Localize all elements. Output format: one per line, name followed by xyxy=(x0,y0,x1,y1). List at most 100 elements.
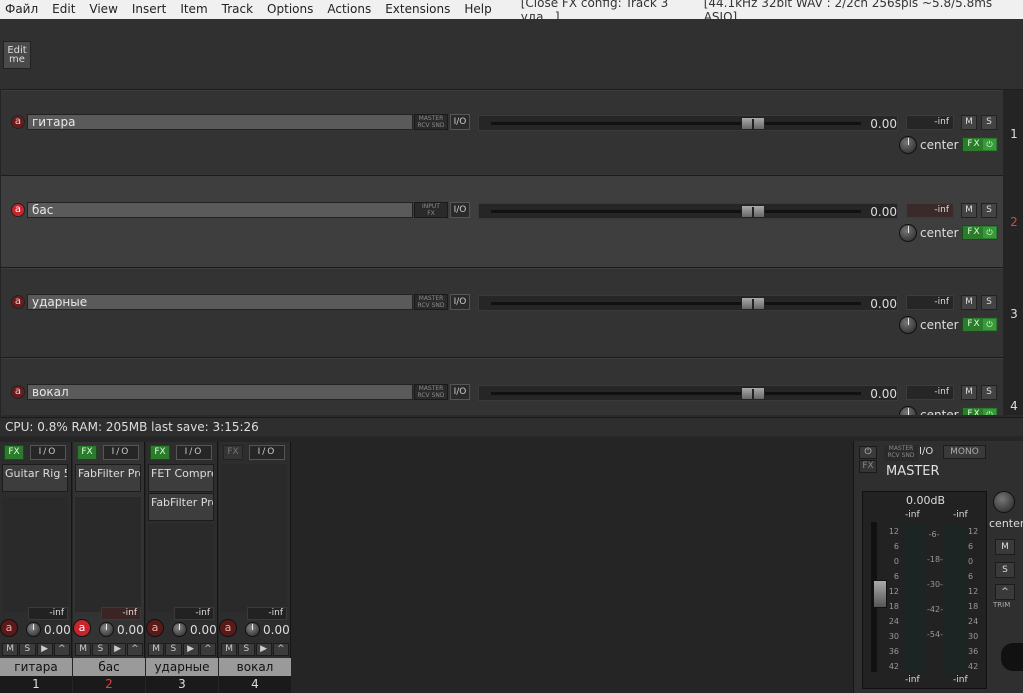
fx-slot[interactable]: FET Compre xyxy=(148,464,214,492)
fx-power-icon[interactable]: ⏻ xyxy=(983,409,996,415)
fx-slot[interactable]: FabFilter Pro xyxy=(148,493,214,521)
mute-button[interactable]: M xyxy=(961,203,977,218)
solo-button[interactable]: S xyxy=(92,643,109,656)
track-row[interactable]: a вокал MASTER RCV SND I/O 0.00 -inf M S… xyxy=(1,358,1018,415)
solo-button[interactable]: S xyxy=(19,643,36,656)
mute-button[interactable]: M xyxy=(148,643,165,656)
io-button[interactable]: I/O xyxy=(450,384,470,400)
menu-track[interactable]: Track xyxy=(215,0,260,19)
fx-button[interactable]: FX ⏻ xyxy=(962,407,998,415)
route-button[interactable]: INPUT FX xyxy=(414,202,448,218)
fader-handle[interactable] xyxy=(741,205,765,218)
record-arm-button[interactable]: a xyxy=(73,619,91,637)
pan-knob[interactable] xyxy=(26,622,41,637)
track-row[interactable]: a гитара MASTER RCV SND I/O 0.00 -inf M … xyxy=(1,90,1018,176)
strip-io-button[interactable]: I/O xyxy=(176,445,212,460)
fx-button[interactable]: FX ⏻ xyxy=(962,317,998,332)
track-name-field[interactable]: гитара xyxy=(27,114,413,130)
master-fader[interactable] xyxy=(871,522,887,672)
solo-button[interactable]: S xyxy=(981,295,997,310)
record-arm-button[interactable]: a xyxy=(11,203,25,217)
track-row[interactable]: a бас INPUT FX I/O 0.00 -inf M S center … xyxy=(1,176,1018,268)
mute-button[interactable]: M xyxy=(75,643,92,656)
mute-button[interactable]: M xyxy=(221,643,238,656)
edit-me-button[interactable]: Edit me xyxy=(3,41,31,69)
pan-knob[interactable] xyxy=(899,316,917,334)
menu-item[interactable]: Item xyxy=(173,0,214,19)
strip-name[interactable]: бас xyxy=(73,658,145,676)
pan-knob[interactable] xyxy=(899,136,917,154)
strip-fx-button[interactable]: FX xyxy=(77,445,97,460)
solo-button[interactable]: S xyxy=(165,643,182,656)
mute-button[interactable]: M xyxy=(961,385,977,400)
strip-io-button[interactable]: I/O xyxy=(249,445,285,460)
volume-fader[interactable] xyxy=(478,385,898,401)
master-mute-button[interactable]: M xyxy=(995,539,1015,555)
strip-fx-button[interactable]: FX xyxy=(150,445,170,460)
fx-button[interactable]: FX ⏻ xyxy=(962,225,998,240)
fader-handle[interactable] xyxy=(741,387,765,400)
volume-fader[interactable] xyxy=(478,295,898,311)
menu-extensions[interactable]: Extensions xyxy=(378,0,457,19)
master-solo-button[interactable]: S xyxy=(995,562,1015,578)
solo-button[interactable]: S xyxy=(981,385,997,400)
record-arm-button[interactable]: a xyxy=(0,619,18,637)
play-icon[interactable]: ▶ xyxy=(36,643,53,656)
pan-knob[interactable] xyxy=(899,406,917,415)
io-button[interactable]: I/O xyxy=(450,294,470,310)
menu-insert[interactable]: Insert xyxy=(125,0,173,19)
strip-name[interactable]: ударные xyxy=(146,658,218,676)
play-icon[interactable]: ▶ xyxy=(255,643,272,656)
pan-knob[interactable] xyxy=(99,622,114,637)
route-button[interactable]: MASTER RCV SND xyxy=(414,294,448,310)
play-icon[interactable]: ▶ xyxy=(109,643,126,656)
menu-help[interactable]: Help xyxy=(457,0,498,19)
mute-button[interactable]: M xyxy=(2,643,19,656)
io-button[interactable]: I/O xyxy=(450,114,470,130)
mute-button[interactable]: M xyxy=(961,115,977,130)
pan-knob[interactable] xyxy=(245,622,260,637)
route-button[interactable]: MASTER RCV SND xyxy=(414,114,448,130)
mono-button[interactable]: MONO xyxy=(943,445,986,459)
solo-button[interactable]: S xyxy=(981,203,997,218)
solo-button[interactable]: S xyxy=(981,115,997,130)
strip-name[interactable]: вокал xyxy=(219,658,291,676)
env-icon[interactable]: ^ xyxy=(199,643,216,656)
pan-knob[interactable] xyxy=(899,224,917,242)
record-arm-button[interactable]: a xyxy=(146,619,164,637)
volume-fader[interactable] xyxy=(478,115,898,131)
record-arm-button[interactable]: a xyxy=(11,295,25,309)
master-pan-knob[interactable] xyxy=(993,491,1015,513)
menu-options[interactable]: Options xyxy=(260,0,320,19)
track-name-field[interactable]: вокал xyxy=(27,384,413,400)
master-io-button[interactable]: I/O xyxy=(919,446,939,460)
strip-fx-button[interactable]: FX xyxy=(4,445,24,460)
env-icon[interactable]: ^ xyxy=(126,643,143,656)
track-row[interactable]: a ударные MASTER RCV SND I/O 0.00 -inf M… xyxy=(1,268,1018,358)
track-name-field[interactable]: ударные xyxy=(27,294,413,310)
power-icon[interactable]: ⏻ xyxy=(859,446,877,459)
strip-io-button[interactable]: I/O xyxy=(103,445,139,460)
solo-button[interactable]: S xyxy=(238,643,255,656)
fx-power-icon[interactable]: ⏻ xyxy=(983,319,996,330)
strip-name[interactable]: гитара xyxy=(0,658,72,676)
menu-view[interactable]: View xyxy=(82,0,124,19)
record-arm-button[interactable]: a xyxy=(11,385,25,399)
fx-power-icon[interactable]: ⏻ xyxy=(983,139,996,150)
master-fx-button[interactable]: FX xyxy=(859,460,877,473)
fader-handle[interactable] xyxy=(741,117,765,130)
trim-icon[interactable]: ^ xyxy=(995,584,1015,600)
mute-button[interactable]: M xyxy=(961,295,977,310)
fx-slot[interactable]: FabFilter Pro xyxy=(75,464,141,492)
record-arm-button[interactable]: a xyxy=(11,115,25,129)
fx-button[interactable]: FX ⏻ xyxy=(962,137,998,152)
strip-fx-button[interactable]: FX xyxy=(223,445,243,460)
fader-handle[interactable] xyxy=(741,297,765,310)
env-icon[interactable]: ^ xyxy=(272,643,289,656)
strip-io-button[interactable]: I/O xyxy=(30,445,66,460)
track-name-field[interactable]: бас xyxy=(27,202,413,218)
pan-knob[interactable] xyxy=(172,622,187,637)
route-button[interactable]: MASTER RCV SND xyxy=(414,384,448,400)
record-arm-button[interactable]: a xyxy=(219,619,237,637)
play-icon[interactable]: ▶ xyxy=(182,643,199,656)
